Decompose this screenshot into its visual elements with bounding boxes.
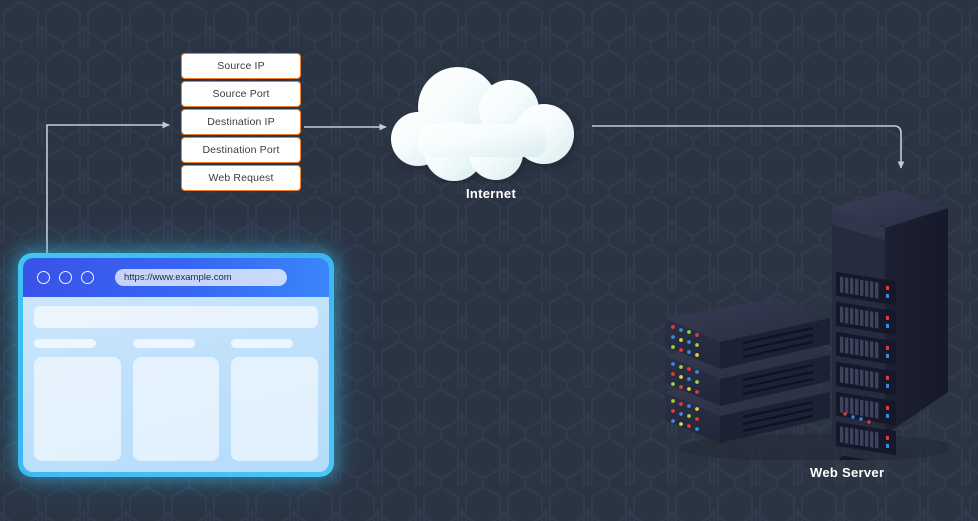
packet-fields-table: Source IP Source Port Destination IP Des… bbox=[181, 53, 301, 191]
packet-field-label: Destination IP bbox=[207, 116, 275, 128]
placeholder-heading bbox=[132, 339, 195, 348]
browser-to-packet-arrow bbox=[46, 121, 170, 258]
placeholder-card bbox=[132, 357, 220, 461]
url-text: https://www.example.com bbox=[124, 272, 232, 283]
network-switch-stack bbox=[665, 298, 830, 443]
packet-field-label: Destination Port bbox=[202, 144, 280, 156]
packet-field-label: Web Request bbox=[208, 172, 274, 184]
window-minimize-dot[interactable] bbox=[59, 271, 72, 284]
window-close-dot[interactable] bbox=[37, 271, 50, 284]
cloud-to-server-arrow bbox=[592, 125, 905, 169]
internet-cloud-icon bbox=[391, 67, 574, 181]
placeholder-heading bbox=[231, 339, 294, 348]
packet-row: Destination Port bbox=[181, 137, 301, 163]
placeholder-card bbox=[231, 357, 319, 461]
packet-row: Destination IP bbox=[181, 109, 301, 135]
browser-window-inner: https://www.example.com bbox=[23, 258, 329, 472]
url-input[interactable]: https://www.example.com bbox=[115, 269, 287, 286]
packet-field-label: Source Port bbox=[212, 88, 270, 100]
placeholder-heading bbox=[34, 339, 96, 348]
browser-titlebar: https://www.example.com bbox=[23, 258, 329, 297]
window-maximize-dot[interactable] bbox=[81, 271, 94, 284]
browser-window[interactable]: https://www.example.com bbox=[18, 253, 334, 477]
diagram-canvas: Internet Source IP Source Port Destinati… bbox=[0, 0, 978, 521]
web-server-illustration bbox=[665, 190, 948, 460]
browser-content-area bbox=[23, 297, 329, 472]
placeholder-heading-row bbox=[34, 339, 318, 348]
packet-row: Web Request bbox=[181, 165, 301, 191]
server-rack-tower bbox=[832, 190, 948, 460]
placeholder-card-row bbox=[34, 357, 319, 461]
internet-label: Internet bbox=[466, 186, 517, 201]
web-server-label: Web Server bbox=[810, 465, 885, 480]
packet-row: Source Port bbox=[181, 81, 301, 107]
packet-field-label: Source IP bbox=[217, 60, 265, 72]
packet-row: Source IP bbox=[181, 53, 301, 79]
placeholder-hero-bar bbox=[34, 306, 318, 328]
placeholder-card bbox=[34, 357, 121, 461]
